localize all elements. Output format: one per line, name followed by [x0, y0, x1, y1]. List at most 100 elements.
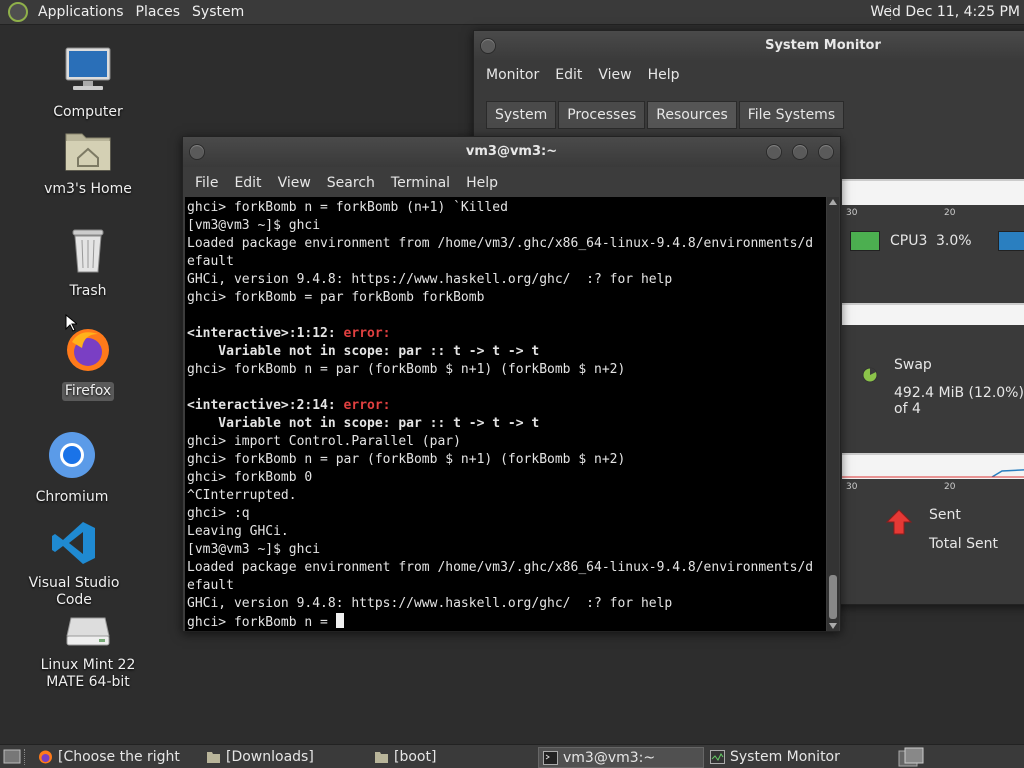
terminal-line: ghci> import Control.Parallel (par) — [187, 434, 461, 449]
terminal-line: ghci> :q — [187, 506, 250, 521]
terminal-line: GHCi, version 9.4.8: https://www.haskell… — [187, 272, 673, 287]
workspace-switcher-icon[interactable] — [898, 747, 926, 767]
maximize-button[interactable] — [792, 144, 808, 160]
terminal-titlebar[interactable]: vm3@vm3:~ — [183, 137, 840, 167]
terminal-output[interactable]: ghci> forkBomb n = forkBomb (n+1) `Kille… — [185, 197, 826, 631]
terminal-line: ghci> forkBomb n = par (forkBomb $ n+1) … — [187, 452, 626, 467]
window-menu-button[interactable] — [189, 144, 205, 160]
menu-help[interactable]: Help — [640, 67, 688, 83]
task-firefox[interactable]: [Choose the right e... — [34, 747, 200, 768]
terminal-line: Loaded package environment from /home/vm… — [187, 236, 814, 251]
task-label: [Downloads] — [226, 749, 314, 765]
tab-file-systems[interactable]: File Systems — [738, 101, 845, 129]
clock[interactable]: Wed Dec 11, 4:25 PM — [870, 0, 1020, 25]
terminal-line: ^CInterrupted. — [187, 488, 297, 503]
firefox-icon — [39, 750, 52, 764]
error-location: <interactive>:1:12: — [187, 326, 344, 341]
network-graph-line — [842, 469, 1024, 478]
close-button[interactable] — [818, 144, 834, 160]
task-downloads[interactable]: [Downloads] — [202, 747, 368, 768]
terminal-line: Variable not in scope: par :: t -> t -> … — [187, 416, 540, 431]
menu-view[interactable]: View — [590, 67, 639, 83]
desktop-icon-label: Linux Mint 22 MATE 64-bit — [40, 657, 136, 690]
desktop-icon-vscode[interactable]: Visual Studio Code — [9, 520, 139, 610]
desktop-icon-disk[interactable]: Linux Mint 22 MATE 64-bit — [23, 614, 153, 692]
show-desktop-icon[interactable] — [3, 749, 21, 764]
scroll-up-icon[interactable] — [829, 199, 837, 205]
menu-search[interactable]: Search — [319, 175, 383, 191]
desktop-icon-label: Trash — [69, 283, 107, 299]
folder-icon — [207, 752, 220, 763]
system-monitor-titlebar[interactable]: System Monitor — [474, 31, 1024, 61]
terminal-line-error: <interactive>:2:14: error: — [187, 397, 826, 415]
network-graph — [842, 453, 1024, 479]
terminal-line: Loaded package environment from /home/vm… — [187, 560, 814, 575]
terminal-line: efault — [187, 578, 234, 593]
desktop-icon-firefox[interactable]: Firefox — [23, 326, 153, 401]
terminal-line: Leaving GHCi. — [187, 524, 289, 539]
desktop-icon-computer[interactable]: Computer — [23, 45, 153, 122]
terminal-scrollbar[interactable] — [827, 197, 839, 631]
menu-edit[interactable]: Edit — [226, 175, 269, 191]
cpu3-label: CPU3 — [890, 233, 928, 249]
terminal-cursor — [335, 613, 344, 628]
desktop-icon-home[interactable]: vm3's Home — [23, 128, 153, 199]
network-graph-tick: 30 — [846, 482, 858, 492]
home-folder-icon — [65, 133, 111, 171]
terminal-line: efault — [187, 254, 234, 269]
menu-terminal[interactable]: Terminal — [383, 175, 458, 191]
menu-monitor[interactable]: Monitor — [478, 67, 547, 83]
menu-view[interactable]: View — [270, 175, 319, 191]
memory-graph — [842, 303, 1024, 325]
desktop-icon-label: Chromium — [35, 489, 109, 505]
system-monitor-icon — [710, 750, 725, 764]
swap-label: Swap — [894, 357, 932, 373]
tab-processes[interactable]: Processes — [558, 101, 646, 129]
mint-menu-icon[interactable] — [8, 2, 28, 22]
cpu4-color-swatch[interactable] — [998, 231, 1024, 251]
task-label: [boot] — [394, 749, 437, 765]
applications-menu[interactable]: Applications — [32, 4, 130, 20]
cpu3-value: 3.0% — [936, 233, 972, 249]
swap-value: 492.4 MiB (12.0%) of 4 — [894, 385, 1024, 417]
window-title: vm3@vm3:~ — [465, 144, 558, 159]
menu-edit[interactable]: Edit — [547, 67, 590, 83]
cpu-graph-tick: 20 — [944, 208, 956, 218]
error-location: <interactive>:2:14: — [187, 398, 344, 413]
scroll-down-icon[interactable] — [829, 623, 837, 629]
system-menu[interactable]: System — [186, 4, 250, 20]
terminal-line: Variable not in scope: par :: t -> t -> … — [187, 344, 540, 359]
tab-resources[interactable]: Resources — [647, 101, 737, 129]
task-boot[interactable]: [boot] — [370, 747, 536, 768]
task-system-monitor[interactable]: System Monitor — [706, 747, 872, 768]
terminal-line: ghci> forkBomb 0 — [187, 470, 313, 485]
system-monitor-menubar: Monitor Edit View Help — [474, 61, 1024, 89]
task-terminal[interactable]: vm3@vm3:~ — [538, 747, 704, 768]
terminal-line: ghci> forkBomb = par forkBomb forkBomb — [187, 290, 485, 305]
desktop-icon-chromium[interactable]: Chromium — [7, 430, 137, 507]
terminal-prompt: ghci> forkBomb n = — [187, 615, 336, 630]
error-word: error: — [343, 398, 391, 413]
task-label: vm3@vm3:~ — [563, 750, 656, 766]
system-monitor-tabs: System Processes Resources File Systems — [486, 101, 846, 129]
menu-file[interactable]: File — [187, 175, 226, 191]
menu-help[interactable]: Help — [458, 175, 506, 191]
scrollbar-thumb[interactable] — [829, 575, 837, 619]
window-menu-button[interactable] — [480, 38, 496, 54]
cpu3-color-swatch[interactable] — [850, 231, 880, 251]
folder-icon — [375, 752, 388, 763]
minimize-button[interactable] — [766, 144, 782, 160]
desktop-icon-label: Computer — [53, 104, 123, 120]
places-menu[interactable]: Places — [130, 4, 187, 20]
chromium-icon — [49, 432, 95, 478]
terminal-menubar: File Edit View Search Terminal Help — [183, 169, 840, 197]
desktop-icon-label: vm3's Home — [44, 181, 132, 197]
desktop-icon-trash[interactable]: Trash — [23, 228, 153, 301]
swap-pie-icon — [862, 367, 878, 383]
mouse-pointer-icon — [65, 314, 77, 332]
terminal-icon — [543, 751, 558, 765]
task-label: [Choose the right e... — [58, 749, 180, 765]
tab-system[interactable]: System — [486, 101, 557, 129]
computer-icon — [65, 47, 111, 90]
